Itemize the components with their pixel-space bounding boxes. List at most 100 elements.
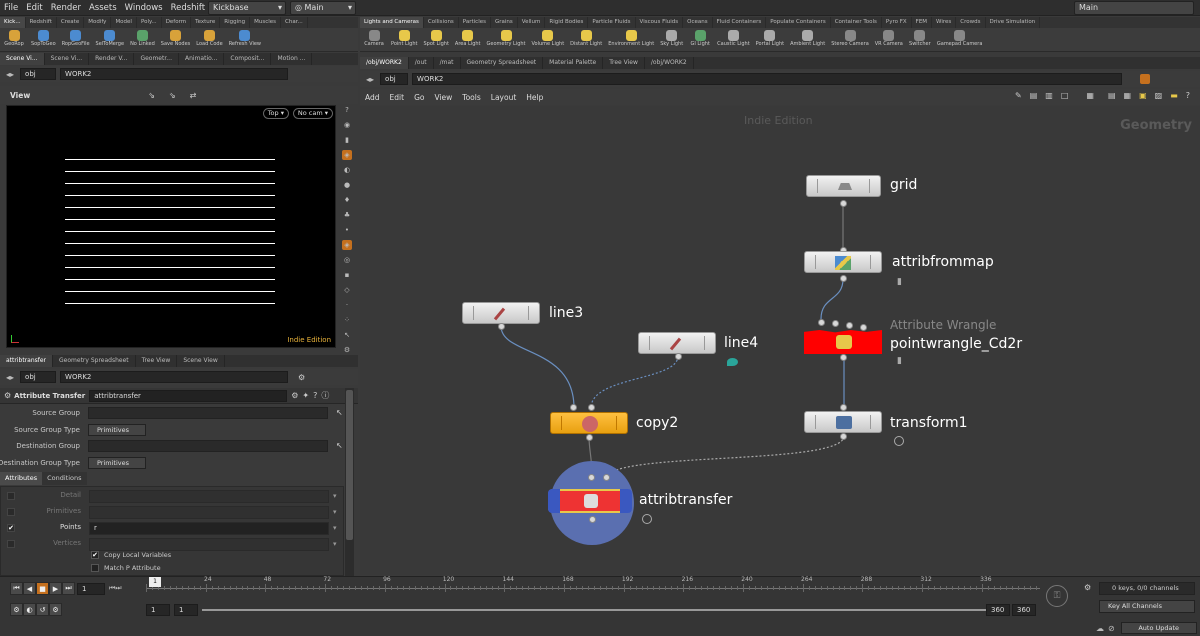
- network-menu-item[interactable]: Tools: [457, 93, 485, 102]
- param-path-obj[interactable]: obj: [20, 371, 57, 383]
- sphere-icon[interactable]: ●: [342, 180, 352, 190]
- cloud-icon[interactable]: ☁: [1096, 624, 1104, 633]
- image-icon[interactable]: ▨: [1155, 91, 1163, 100]
- shelf-tool[interactable]: Switcher: [906, 28, 934, 51]
- alert-icon[interactable]: ⊘: [1108, 624, 1115, 633]
- menu-item[interactable]: File: [0, 0, 22, 16]
- shelf-tab[interactable]: Redshift: [26, 17, 57, 28]
- network-menu-item[interactable]: Go: [409, 93, 429, 102]
- input-port[interactable]: [570, 404, 577, 411]
- pane-tab[interactable]: Motion ...: [271, 53, 313, 65]
- dot-icon[interactable]: ·: [342, 300, 352, 310]
- pane-tab[interactable]: Composit...: [224, 53, 272, 65]
- output-port[interactable]: [589, 516, 596, 523]
- attrib-field[interactable]: r: [89, 522, 329, 535]
- shelf-tab[interactable]: Populate Containers: [766, 17, 831, 28]
- range-end2-field[interactable]: 360: [1012, 604, 1036, 616]
- shelf-tab[interactable]: Pyro FX: [882, 17, 912, 28]
- menu-item[interactable]: Windows: [121, 0, 167, 16]
- shelf-tab[interactable]: Char...: [281, 17, 308, 28]
- pane-tab[interactable]: Material Palette: [543, 57, 604, 69]
- shelf-tool[interactable]: Ambient Light: [787, 28, 828, 51]
- light-icon[interactable]: ♦: [342, 195, 352, 205]
- node-copy[interactable]: [550, 412, 628, 434]
- input-port[interactable]: [832, 320, 839, 327]
- wire-icon[interactable]: ◇: [342, 285, 352, 295]
- frame-field[interactable]: 1: [77, 582, 105, 595]
- shelf-tool[interactable]: Caustic Light: [714, 28, 753, 51]
- shelf-tab[interactable]: Drive Simulation: [986, 17, 1041, 28]
- lock-icon[interactable]: ▮: [342, 135, 352, 145]
- settings-button[interactable]: ⚙: [49, 603, 62, 616]
- shelf-tab[interactable]: Crowds: [956, 17, 986, 28]
- step-back-button[interactable]: ◀: [23, 582, 36, 595]
- input-port[interactable]: [603, 474, 610, 481]
- input-port[interactable]: [846, 322, 853, 329]
- param-field[interactable]: [88, 440, 328, 452]
- shelf-tab[interactable]: Rigging: [220, 17, 251, 28]
- output-port[interactable]: [498, 323, 505, 330]
- layout-icon[interactable]: ▥: [1045, 91, 1053, 100]
- shelf-tab[interactable]: Viscous Fluids: [636, 17, 684, 28]
- key-icon[interactable]: ⚿: [1046, 585, 1068, 607]
- bulb-icon[interactable]: ✦: [302, 391, 309, 400]
- network-menu-item[interactable]: Add: [360, 93, 385, 102]
- shelf-tab[interactable]: Lights and Cameras: [360, 17, 424, 28]
- range-start-field[interactable]: 1: [146, 604, 170, 616]
- param-field[interactable]: Primitives: [88, 456, 146, 469]
- node-attribfrommap[interactable]: [804, 251, 882, 273]
- shelf-tab[interactable]: Grains: [491, 17, 518, 28]
- shelf-tool[interactable]: GeoRop: [0, 28, 28, 51]
- context-selector[interactable]: ◎ Main ▾: [290, 1, 356, 15]
- shelf-tab[interactable]: Vellum: [518, 17, 546, 28]
- input-port[interactable]: [588, 404, 595, 411]
- attrib-checkbox[interactable]: [7, 540, 15, 548]
- attrib-field[interactable]: [89, 506, 329, 519]
- shelf-tool[interactable]: Point Light: [388, 28, 420, 51]
- pane-tab[interactable]: /obj/WORK2: [360, 57, 409, 69]
- shelf-tool[interactable]: VR Camera: [872, 28, 906, 51]
- pane-tab[interactable]: Geometry Spreadsheet: [461, 57, 544, 69]
- output-port[interactable]: [840, 200, 847, 207]
- shelf-tab[interactable]: FEM: [912, 17, 933, 28]
- range-start2-field[interactable]: 1: [174, 604, 198, 616]
- input-port[interactable]: [818, 319, 825, 326]
- viewer-path-obj[interactable]: obj: [20, 68, 57, 80]
- shelf-tool[interactable]: Distant Light: [567, 28, 605, 51]
- copy-local-checkbox[interactable]: ✔: [91, 551, 99, 559]
- tab-conditions[interactable]: Conditions: [42, 472, 87, 485]
- menu-item[interactable]: Assets: [85, 0, 121, 16]
- shelf-tool[interactable]: Camera: [360, 28, 388, 51]
- points-icon[interactable]: ⁘: [342, 315, 352, 325]
- menu-item[interactable]: Render: [47, 0, 85, 16]
- pane-tab[interactable]: Geometr...: [134, 53, 179, 65]
- shelf-tool[interactable]: Geometry Light: [484, 28, 529, 51]
- settings-icon[interactable]: ⚙: [342, 345, 352, 355]
- shelf-tab[interactable]: Model: [111, 17, 137, 28]
- input-port[interactable]: [860, 324, 867, 331]
- output-port[interactable]: [840, 275, 847, 282]
- pane-tab[interactable]: Tree View: [136, 355, 178, 367]
- tab-attributes[interactable]: Attributes: [0, 472, 43, 485]
- shelf-tab[interactable]: Collisions: [424, 17, 459, 28]
- param-scrollbar[interactable]: [345, 388, 354, 576]
- output-port[interactable]: [840, 354, 847, 361]
- realtime-button[interactable]: ⚙: [10, 603, 23, 616]
- network-menu-item[interactable]: Edit: [385, 93, 410, 102]
- snap-grid-icon[interactable]: ◈: [342, 239, 352, 250]
- frame-marker[interactable]: 1: [149, 577, 161, 587]
- output-port[interactable]: [840, 433, 847, 440]
- node-wrangle[interactable]: [804, 330, 882, 354]
- shelf-tab[interactable]: Oceans: [683, 17, 713, 28]
- camera-button[interactable]: No cam ▾: [292, 108, 333, 119]
- shading-icon[interactable]: ◐: [342, 165, 352, 175]
- flags-icon[interactable]: ▤: [1030, 91, 1038, 100]
- swap-icon[interactable]: ⇄: [190, 91, 197, 100]
- gear-icon[interactable]: ⚙: [291, 391, 298, 400]
- loop-button[interactable]: ↺: [36, 603, 49, 616]
- settings-icon[interactable]: ⚙: [298, 373, 305, 382]
- attrib-checkbox[interactable]: [7, 492, 15, 500]
- hat-icon[interactable]: ▬: [1170, 91, 1178, 100]
- back-arrow-icon[interactable]: ◂▸: [6, 373, 14, 382]
- network-menu-item[interactable]: View: [429, 93, 457, 102]
